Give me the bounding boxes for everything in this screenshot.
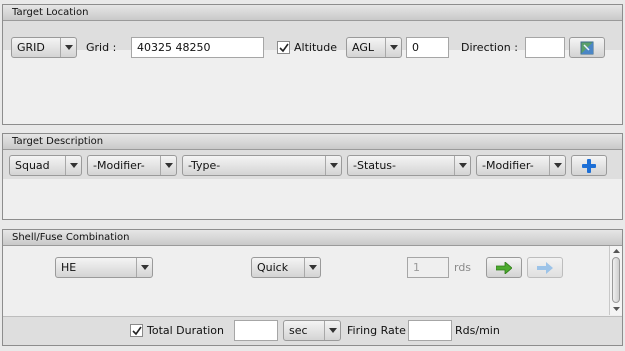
rounds-label: rds [454, 261, 472, 274]
firing-rate-input[interactable] [408, 320, 452, 341]
chevron-down-icon [160, 156, 176, 175]
shell-select[interactable]: HE [55, 257, 153, 278]
total-duration-checkbox[interactable] [130, 324, 143, 337]
modifier-select-2[interactable]: -Modifier- [476, 155, 566, 176]
select-value: Squad [15, 159, 50, 172]
target-status-select[interactable]: -Status- [347, 155, 471, 176]
total-duration-label: Total Duration [147, 324, 224, 337]
scrollbar-thumb[interactable] [612, 257, 620, 303]
add-description-button[interactable] [571, 155, 607, 176]
coordinate-type-select[interactable]: GRID [11, 37, 77, 58]
select-value: -Modifier- [482, 159, 534, 172]
altitude-label: Altitude [294, 41, 337, 54]
target-size-select[interactable]: Squad [9, 155, 82, 176]
checkmark-icon [279, 43, 289, 53]
rounds-input[interactable]: 1 [407, 257, 449, 278]
target-location-panel: Target Location GRID Grid : 40325 48250 … [2, 4, 623, 125]
next-combination-button[interactable] [527, 257, 563, 278]
scroll-down-icon [613, 307, 620, 311]
fuse-select[interactable]: Quick [251, 257, 321, 278]
altitude-checkbox[interactable] [277, 41, 290, 54]
scroll-up-icon [613, 249, 620, 253]
panel-title: Target Location [3, 5, 622, 21]
shell-fuse-panel: Shell/Fuse Combination HE Quick 1 rds To… [2, 229, 623, 346]
chevron-down-icon [65, 156, 81, 175]
target-description-panel: Target Description Squad -Modifier- -Typ… [2, 133, 623, 220]
firing-rate-unit-label: Rds/min [455, 324, 500, 337]
chevron-down-icon [324, 321, 340, 340]
map-compass-icon [580, 41, 594, 54]
firing-rate-label: Firing Rate [347, 324, 406, 337]
select-value: Quick [257, 261, 289, 274]
select-value: AGL [352, 41, 374, 54]
select-value: -Modifier- [93, 159, 145, 172]
grid-input[interactable]: 40325 48250 [131, 37, 264, 58]
direction-input[interactable] [525, 37, 565, 58]
chevron-down-icon [304, 258, 320, 277]
duration-input[interactable] [234, 320, 278, 341]
select-value: sec [289, 324, 308, 337]
panel-title: Target Description [3, 134, 622, 150]
chevron-down-icon [385, 38, 401, 57]
add-combination-button[interactable] [486, 257, 522, 278]
chevron-down-icon [325, 156, 341, 175]
altitude-input[interactable]: 0 [406, 37, 449, 58]
green-arrow-icon [496, 261, 512, 274]
chevron-down-icon [60, 38, 76, 57]
select-value: GRID [17, 41, 45, 54]
altitude-reference-select[interactable]: AGL [346, 37, 402, 58]
select-value: HE [61, 261, 77, 274]
blue-arrow-icon [537, 261, 553, 274]
chevron-down-icon [549, 156, 565, 175]
plus-icon [582, 158, 596, 173]
target-type-select[interactable]: -Type- [182, 155, 342, 176]
duration-unit-select[interactable]: sec [283, 320, 341, 341]
vertical-scrollbar[interactable] [609, 246, 622, 315]
select-value: -Type- [188, 159, 221, 172]
panel-title: Shell/Fuse Combination [3, 230, 622, 246]
direction-map-button[interactable] [569, 37, 605, 58]
select-value: -Status- [353, 159, 396, 172]
checkmark-icon [132, 326, 142, 336]
direction-label: Direction : [461, 41, 518, 54]
modifier-select-1[interactable]: -Modifier- [87, 155, 177, 176]
grid-label: Grid : [86, 41, 117, 54]
chevron-down-icon [136, 258, 152, 277]
chevron-down-icon [454, 156, 470, 175]
